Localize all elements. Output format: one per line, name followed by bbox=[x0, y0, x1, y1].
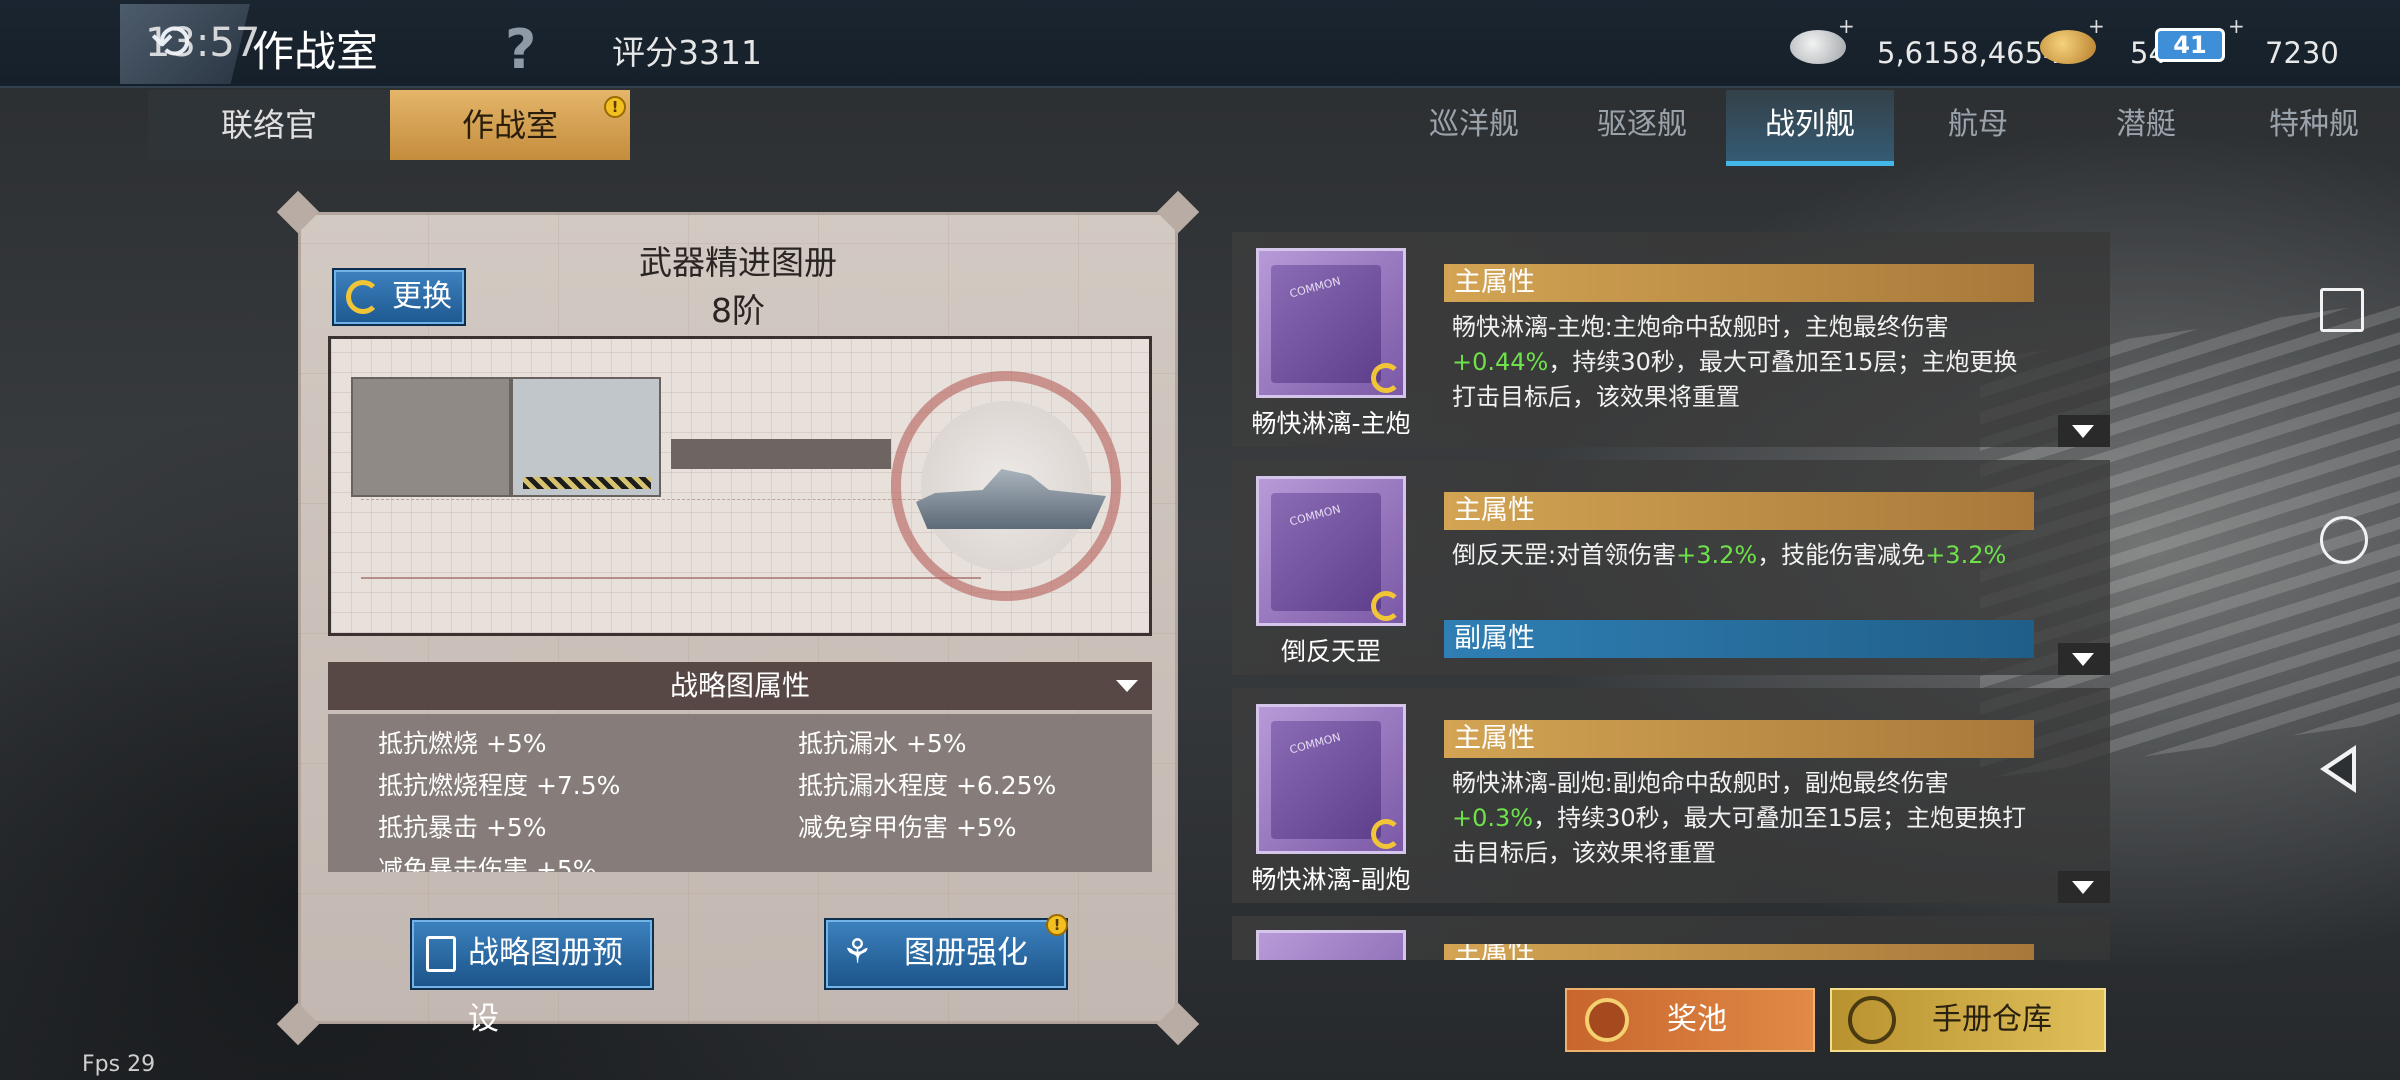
sync-icon bbox=[1371, 363, 1401, 393]
medal-icon bbox=[1585, 998, 1629, 1042]
turret-image bbox=[351, 377, 511, 497]
manual-book-icon: COMMON bbox=[1256, 248, 1406, 398]
main-attr-label: 主属性 bbox=[1444, 492, 2034, 530]
manual-warehouse-label: 手册仓库 bbox=[1932, 1002, 2052, 1037]
name-bar bbox=[671, 439, 891, 469]
attr-item: 抵抗燃烧程度 +7.5% bbox=[378, 771, 621, 800]
tab-cruiser[interactable]: 巡洋舰 bbox=[1390, 90, 1558, 166]
add-silver-button[interactable]: + bbox=[1838, 14, 1855, 38]
manual-name: 畅快淋漓-副炮 bbox=[1251, 865, 1411, 894]
prize-pool-label: 奖池 bbox=[1667, 1002, 1727, 1037]
expand-caret-icon[interactable] bbox=[2058, 415, 2110, 447]
attr-item: 减免暴击伤害 +5% bbox=[378, 855, 597, 872]
tab-battleship[interactable]: 战列舰 bbox=[1726, 90, 1894, 166]
enhance-badge: ! bbox=[1046, 914, 1068, 936]
page-title: 作战室 bbox=[252, 27, 379, 76]
manual-card[interactable]: COMMON 倒反天罡 主属性 倒反天罡:对首领伤害+3.2%，技能伤害减免+3… bbox=[1232, 460, 2110, 675]
prize-pool-button[interactable]: 奖池 bbox=[1565, 988, 1815, 1052]
expand-caret-icon[interactable] bbox=[2058, 643, 2110, 675]
attr-item: 抵抗燃烧 +5% bbox=[378, 729, 547, 758]
manual-warehouse-button[interactable]: 手册仓库 bbox=[1830, 988, 2106, 1052]
tab-liaison[interactable]: 联络官 bbox=[148, 90, 390, 160]
tab-war-room[interactable]: 作战室 bbox=[390, 90, 630, 160]
score-label: 评分3311 bbox=[612, 33, 762, 72]
manual-card[interactable]: COMMON 畅快淋漓-副炮 主属性 畅快淋漓-副炮:副炮命中敌舰时，副炮最终伤… bbox=[1232, 688, 2110, 903]
battery-indicator: 41 bbox=[2155, 28, 2225, 62]
manual-description: 畅快淋漓-主炮:主炮命中敌舰时，主炮最终伤害+0.44%，持续30秒，最大可叠加… bbox=[1452, 313, 2018, 411]
main-attr-label: 主属性 bbox=[1444, 944, 2034, 960]
attr-item: 抵抗漏水 +5% bbox=[798, 729, 967, 758]
main-attr-label: 主属性 bbox=[1444, 720, 2034, 758]
recent-apps-icon[interactable] bbox=[2320, 288, 2364, 332]
attr-item: 减免穿甲伤害 +5% bbox=[798, 813, 1017, 842]
caret-down-icon bbox=[1116, 680, 1138, 692]
tab-submarine[interactable]: 潜艇 bbox=[2062, 90, 2230, 166]
attr-header[interactable]: 战略图属性 bbox=[328, 662, 1152, 710]
atlas-enhance-button[interactable]: ⚘ 图册强化 bbox=[824, 918, 1068, 990]
attr-item: 抵抗漏水程度 +6.25% bbox=[798, 771, 1057, 800]
manual-card[interactable]: COMMON 畅快淋漓-主炮 主属性 畅快淋漓-主炮:主炮命中敌舰时，主炮最终伤… bbox=[1232, 232, 2110, 447]
top-bar: ⟲ 13:57 作战室 ? 评分3311 + 5,6158,4654 + 54 … bbox=[0, 0, 2400, 88]
compass-icon bbox=[1848, 996, 1896, 1044]
expand-caret-icon[interactable] bbox=[2058, 871, 2110, 903]
sync-icon bbox=[1371, 819, 1401, 849]
manual-book-icon bbox=[1256, 930, 1406, 960]
atlas-preset-button[interactable]: 战略图册预设 bbox=[410, 918, 654, 1037]
add-gems-button[interactable]: + bbox=[2228, 14, 2245, 38]
manual-name: 倒反天罡 bbox=[1280, 637, 1381, 666]
sub-attr-label: 副属性 bbox=[1444, 620, 2034, 658]
tab-carrier[interactable]: 航母 bbox=[1894, 90, 2062, 166]
manual-book-icon: COMMON bbox=[1256, 476, 1406, 626]
refresh-icon bbox=[346, 280, 380, 314]
swap-button[interactable]: 更换 bbox=[332, 268, 466, 326]
manual-description: 畅快淋漓-副炮:副炮命中敌舰时，副炮最终伤害+0.3%，持续30秒，最大可叠加至… bbox=[1452, 769, 2027, 867]
atlas-panel: 武器精进图册 8阶 更换 战略图属性 抵抗燃烧 +5% 抵抗漏水 +5% 抵抗燃… bbox=[276, 190, 1200, 1046]
manual-name: 畅快淋漓-主炮 bbox=[1251, 409, 1411, 438]
gems-value: 7230 bbox=[2265, 36, 2339, 70]
notice-badge: ! bbox=[604, 96, 626, 118]
hull-outline bbox=[361, 499, 981, 579]
ship-blueprint bbox=[328, 336, 1152, 636]
manual-card[interactable]: 主属性 bbox=[1232, 916, 2110, 960]
tab-special[interactable]: 特种舰 bbox=[2230, 90, 2398, 166]
attr-item: 抵抗暴击 +5% bbox=[378, 813, 547, 842]
question-icon[interactable]: ? bbox=[505, 18, 536, 81]
silver-value: 5,6158,4654 bbox=[1877, 36, 2062, 70]
home-icon[interactable] bbox=[2320, 516, 2368, 564]
tab-destroyer[interactable]: 驱逐舰 bbox=[1558, 90, 1726, 166]
nav-back-icon[interactable] bbox=[2320, 745, 2356, 793]
atlas-enhance-label: 图册强化 bbox=[904, 935, 1028, 971]
fps-counter: Fps 29 bbox=[82, 1052, 156, 1077]
main-attr-label: 主属性 bbox=[1444, 264, 2034, 302]
hazard-stripe bbox=[523, 477, 651, 489]
add-gold-button[interactable]: + bbox=[2088, 14, 2105, 38]
manual-description: 倒反天罡:对首领伤害+3.2%，技能伤害减免+3.2% bbox=[1452, 541, 2007, 569]
attr-header-label: 战略图属性 bbox=[669, 669, 810, 702]
attr-list[interactable]: 抵抗燃烧 +5% 抵抗漏水 +5% 抵抗燃烧程度 +7.5% 抵抗漏水程度 +6… bbox=[328, 714, 1152, 872]
sprout-icon: ⚘ bbox=[842, 932, 873, 972]
sync-icon bbox=[1371, 591, 1401, 621]
clock: 13:57 bbox=[145, 20, 261, 66]
manual-book-icon: COMMON bbox=[1256, 704, 1406, 854]
swap-label: 更换 bbox=[392, 279, 452, 314]
document-icon bbox=[426, 936, 456, 972]
